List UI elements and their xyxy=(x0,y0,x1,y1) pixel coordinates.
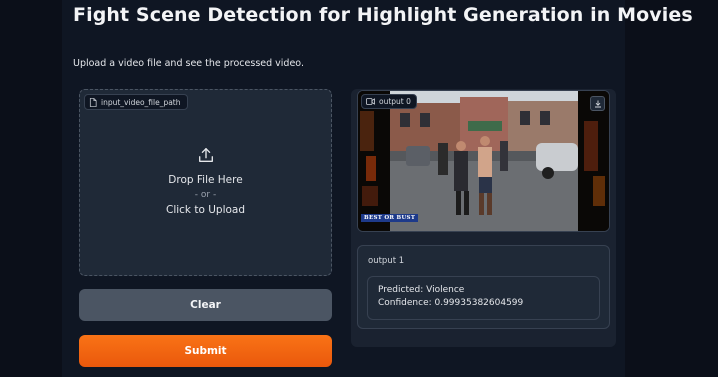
confidence-text: Confidence: 0.99935382604599 xyxy=(378,298,524,308)
input-label-text: input_video_file_path xyxy=(101,97,181,107)
output-text-content: Predicted: Violence Confidence: 0.999353… xyxy=(367,276,600,320)
prediction-text: Predicted: Violence xyxy=(378,285,465,295)
page: Fight Scene Detection for Highlight Gene… xyxy=(0,0,718,377)
drop-file-text: Drop File Here xyxy=(168,174,243,186)
video-upload-dropzone[interactable]: input_video_file_path Drop File Here - o… xyxy=(79,89,332,276)
download-button[interactable] xyxy=(590,96,605,111)
clear-button[interactable]: Clear xyxy=(79,289,332,321)
video-watermark: BEST OR BUST xyxy=(361,214,419,222)
or-separator-text: - or - xyxy=(194,190,217,200)
output-video-label-text: output 0 xyxy=(379,97,411,106)
submit-button[interactable]: Submit xyxy=(79,335,332,367)
upload-icon xyxy=(198,148,213,162)
output-text-label: output 1 xyxy=(368,256,405,266)
page-title: Fight Scene Detection for Highlight Gene… xyxy=(73,4,693,26)
output-video-player[interactable]: output 0 BEST OR BUST xyxy=(357,90,610,232)
download-icon xyxy=(594,100,601,107)
page-description: Upload a video file and see the processe… xyxy=(73,58,304,69)
output-video-label: output 0 xyxy=(361,94,417,109)
file-icon xyxy=(89,97,97,107)
drop-area[interactable]: Drop File Here - or - Click to Upload xyxy=(80,146,331,218)
video-icon xyxy=(366,98,375,105)
video-frame xyxy=(358,91,609,231)
click-to-upload-text[interactable]: Click to Upload xyxy=(166,202,245,218)
input-label-badge: input_video_file_path xyxy=(84,94,188,110)
output-text-box: output 1 Predicted: Violence Confidence:… xyxy=(357,245,610,329)
